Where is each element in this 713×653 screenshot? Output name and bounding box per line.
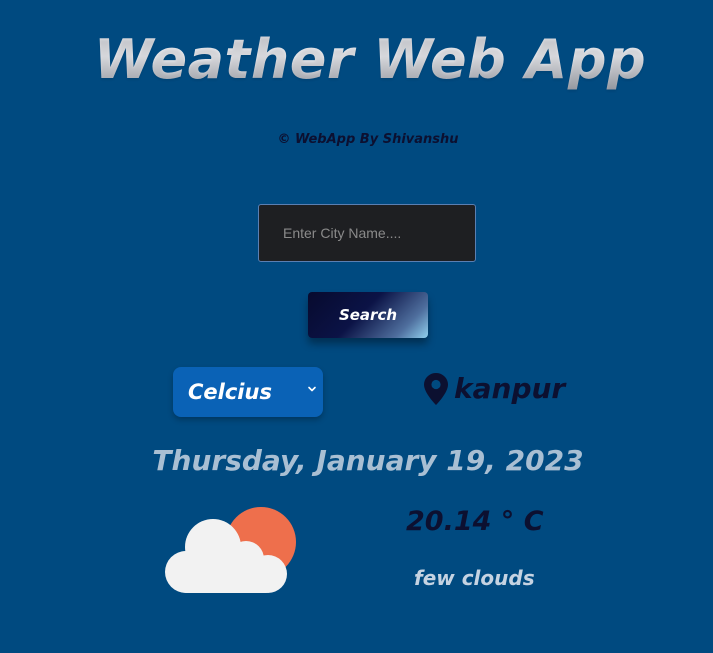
weather-app-page: Weather Web App © WebApp By Shivanshu Se… xyxy=(0,0,713,653)
location-display: kanpur xyxy=(424,372,565,405)
cloud-sun-icon xyxy=(165,507,296,593)
search-button[interactable]: Search xyxy=(308,292,428,338)
chevron-down-icon xyxy=(308,386,316,392)
credit-text: © WebApp By Shivanshu xyxy=(277,132,459,147)
location-pin-icon xyxy=(424,372,448,405)
current-date: Thursday, January 19, 2023 xyxy=(152,444,584,477)
unit-select-value: Celcius xyxy=(188,380,272,404)
app-title: Weather Web App xyxy=(0,28,713,91)
unit-select[interactable]: Celcius xyxy=(173,367,323,417)
weather-description: few clouds xyxy=(414,566,535,590)
city-search-input[interactable] xyxy=(258,204,476,262)
city-name: kanpur xyxy=(454,372,566,405)
temperature-value: 20.14 ° C xyxy=(406,506,544,537)
